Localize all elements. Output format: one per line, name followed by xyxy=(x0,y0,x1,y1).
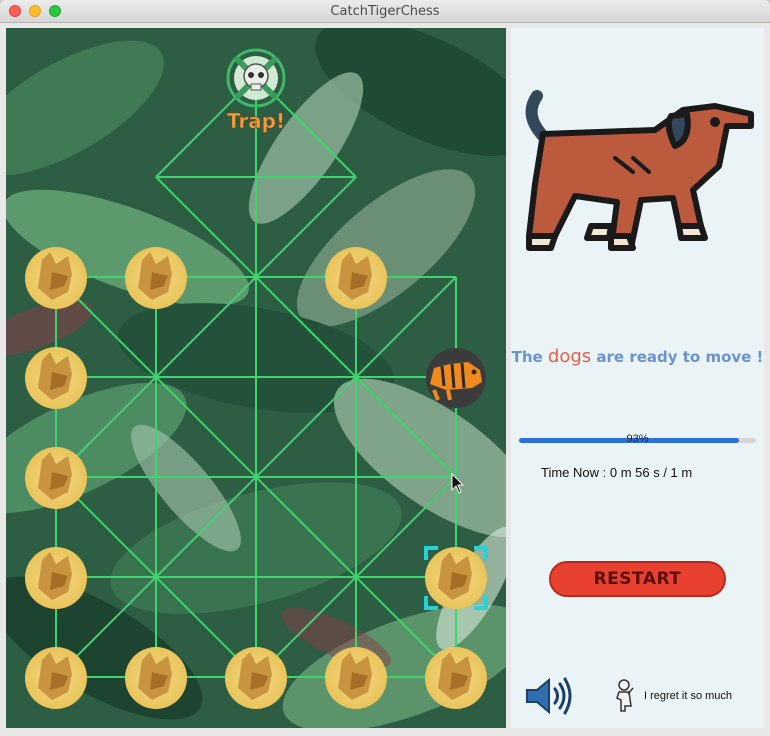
board-canvas: Trap! xyxy=(6,28,506,728)
dog-piece[interactable] xyxy=(25,547,87,609)
dog-piece[interactable] xyxy=(25,647,87,709)
dog-piece[interactable] xyxy=(25,447,87,509)
dog-piece[interactable] xyxy=(125,247,187,309)
trap-label: Trap! xyxy=(227,109,285,133)
regret-label: I regret it so much xyxy=(644,690,733,702)
window-title: CatchTigerChess xyxy=(330,4,440,19)
dog-piece[interactable] xyxy=(325,247,387,309)
dog-piece[interactable] xyxy=(425,647,487,709)
dog-piece[interactable] xyxy=(25,247,87,309)
dog-illustration-icon xyxy=(525,90,754,251)
progress-percent: 93% xyxy=(626,433,649,445)
trap-marker xyxy=(226,48,286,108)
tiger-piece[interactable] xyxy=(426,348,486,408)
status-highlight: dogs xyxy=(547,346,592,367)
dog-piece-selected[interactable] xyxy=(424,546,488,610)
dog-piece[interactable] xyxy=(25,347,87,409)
sound-toggle-button[interactable] xyxy=(525,676,575,716)
status-prefix: The xyxy=(511,348,543,366)
restart-button[interactable]: RESTART xyxy=(549,561,726,597)
regret-figure-icon xyxy=(616,679,634,712)
timer-text: Time Now : 0 m 56 s / 1 m xyxy=(541,465,693,480)
speaker-icon xyxy=(526,677,572,715)
title-bar: CatchTigerChess xyxy=(0,0,770,23)
dog-piece[interactable] xyxy=(225,647,287,709)
app-window: CatchTigerChess Trap! The dogs are ready… xyxy=(0,0,770,736)
game-board[interactable]: Trap! xyxy=(6,28,506,728)
regret-button[interactable]: I regret it so much xyxy=(611,678,732,714)
dog-piece[interactable] xyxy=(125,647,187,709)
status-message: The dogs are ready to move ! xyxy=(511,346,764,367)
dog-piece[interactable] xyxy=(325,647,387,709)
status-suffix: are ready to move ! xyxy=(596,348,764,366)
side-panel: The dogs are ready to move ! 93% Time No… xyxy=(511,28,764,728)
